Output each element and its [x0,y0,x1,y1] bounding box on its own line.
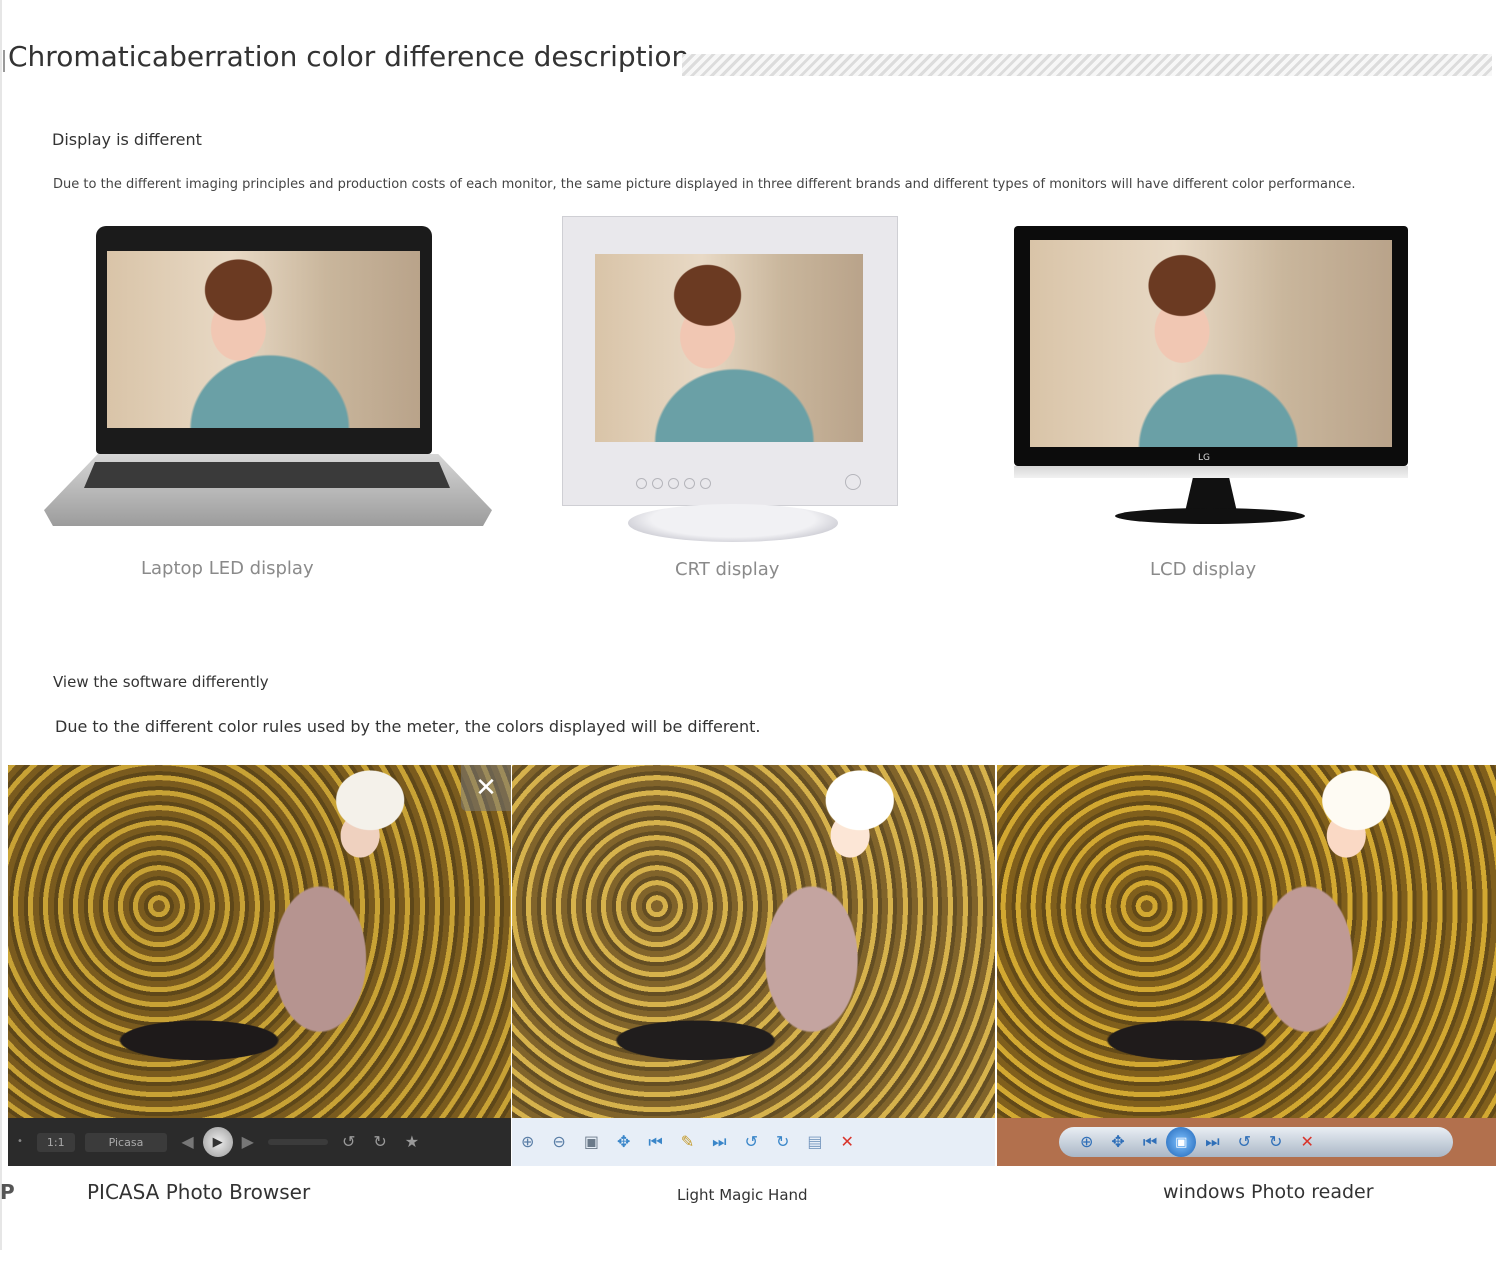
crt-stand [628,504,838,542]
section-software-description: Due to the different color rules used by… [55,717,761,736]
fit-icon[interactable]: ▣ [584,1134,599,1150]
lcd-foot [1115,508,1305,524]
crt-screen-photo [595,254,863,442]
lcd-bezel [1014,466,1408,478]
laptop-keyboard [84,462,450,488]
zoom-out-icon[interactable]: ⊖ [552,1134,565,1150]
rotate-icon[interactable]: ↺ [745,1134,758,1150]
last-icon[interactable]: ⏭ [712,1134,726,1150]
zoom-in-icon[interactable]: ⊕ [1080,1134,1093,1150]
light-magic-hand-photo [512,765,995,1118]
monitor-caption-laptop: Laptop LED display [141,558,314,579]
rotate-right-icon[interactable]: ↻ [1269,1134,1282,1150]
viewer-caption-picasa: PICASA Photo Browser [87,1180,311,1204]
crt-button-icon [668,478,679,489]
left-border [0,0,2,1250]
crt-button-icon [700,478,711,489]
lcd-neck [1185,478,1237,512]
lcd-brand-logo: LG [1198,453,1210,463]
monitor-caption-lcd: LCD display [1150,559,1257,580]
slideshow-icon[interactable]: ▣ [1166,1127,1197,1157]
delete-icon[interactable]: ✕ [841,1134,854,1150]
zoom-ratio[interactable]: 1:1 [36,1132,75,1152]
crt-button-icon [684,478,695,489]
dot-icon: • [17,1136,23,1147]
first-icon[interactable]: ⏮ [648,1134,662,1150]
viewer-caption-light-magic-hand: Light Magic Hand [677,1186,808,1204]
actual-size-icon[interactable]: ✥ [617,1134,630,1150]
save-icon[interactable]: ▤ [807,1134,822,1150]
close-icon[interactable]: ✕ [461,765,511,811]
monitor-caption-crt: CRT display [675,559,780,580]
picasa-toolbar: • 1:1 Picasa ◀ ▶ ▶ ↺ ↻ ★ [8,1118,511,1166]
picasa-info-pill [267,1139,328,1145]
crt-power-icon [845,474,861,490]
crt-button-icon [636,478,647,489]
rotate-left-icon[interactable]: ↺ [1238,1134,1251,1150]
next-icon[interactable]: ▶ [242,1134,254,1150]
windows-photo-controls: ⊕ ✥ ⏮ ▣ ⏭ ↺ ↻ ✕ [1059,1127,1453,1157]
picasa-name-pill: Picasa [84,1132,168,1152]
page-title: Chromaticaberration color difference des… [2,40,690,73]
play-icon[interactable]: ▶ [202,1127,233,1157]
windows-photo-toolbar: ⊕ ✥ ⏮ ▣ ⏭ ↺ ↻ ✕ [997,1118,1496,1166]
zoom-in-icon[interactable]: ⊕ [521,1134,534,1150]
title-hatch-decoration [682,54,1492,76]
star-icon[interactable]: ★ [405,1134,419,1150]
delete-icon[interactable]: ✕ [1300,1134,1313,1150]
laptop-screen-photo [107,251,420,428]
rotate-right-icon[interactable]: ↻ [776,1134,789,1150]
edit-icon[interactable]: ✎ [681,1134,694,1150]
edge-letter: P [0,1180,15,1204]
crt-button-icon [652,478,663,489]
section-software-title: View the software differently [53,673,269,691]
rotate-left-icon[interactable]: ↺ [342,1134,355,1150]
prev-icon[interactable]: ◀ [181,1134,193,1150]
picasa-photo [8,765,511,1118]
light-magic-hand-toolbar: ⊕ ⊖ ▣ ✥ ⏮ ✎ ⏭ ↺ ↻ ▤ ✕ [512,1118,995,1166]
fit-icon[interactable]: ✥ [1111,1134,1124,1150]
lcd-screen-photo [1030,240,1392,447]
rotate-right-icon[interactable]: ↻ [373,1134,386,1150]
viewer-caption-windows: windows Photo reader [1163,1181,1374,1203]
next-icon[interactable]: ⏭ [1205,1134,1219,1150]
section-display-title: Display is different [52,130,202,149]
previous-icon[interactable]: ⏮ [1143,1134,1157,1150]
section-display-description: Due to the different imaging principles … [53,177,1356,192]
windows-photo-reader-photo [997,765,1496,1118]
